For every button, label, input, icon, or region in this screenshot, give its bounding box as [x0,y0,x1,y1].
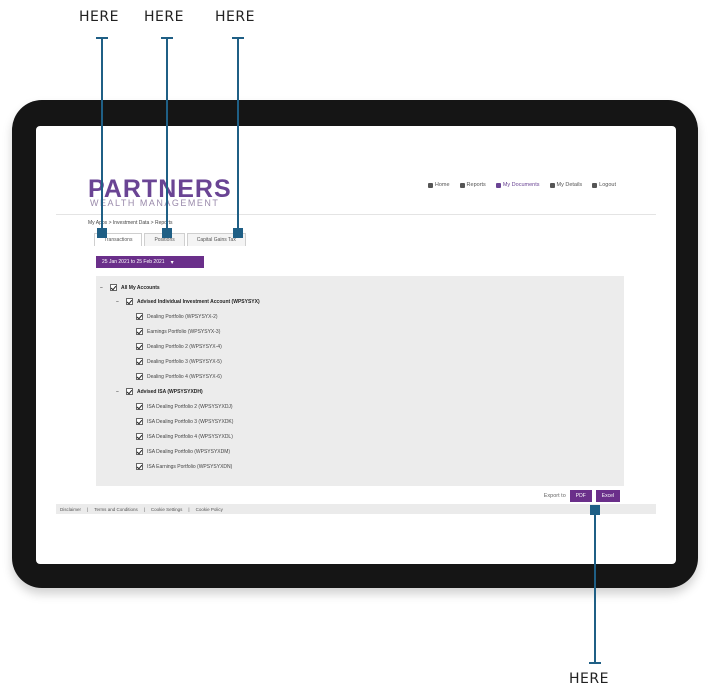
tree-item[interactable]: ISA Dealing Portfolio 3 (WPSYSYXDK) [136,418,233,425]
callout-label-3: HERE [215,9,255,25]
callout-line [101,37,103,232]
tree-item[interactable]: Dealing Portfolio (WPSYSYX-2) [136,313,218,320]
nav-my-documents[interactable]: My Documents [495,182,540,188]
checkbox[interactable] [136,448,143,455]
app-screen: PARTNERS WEALTH MANAGEMENT Home Reports … [36,126,676,564]
collapse-icon[interactable]: – [100,285,106,291]
top-nav: Home Reports My Documents My Details Log… [427,182,616,188]
checkbox[interactable] [136,403,143,410]
callout-label-2: HERE [144,9,184,25]
tree-item[interactable]: ISA Earnings Portfolio (WPSYSYXDN) [136,463,232,470]
callout-label-4: HERE [569,671,609,687]
collapse-icon[interactable]: – [116,389,122,395]
header-divider [56,214,656,215]
callout-line [166,37,168,232]
chevron-down-icon: ▾ [170,259,174,266]
logout-icon [592,182,598,188]
callout-cap [589,662,601,664]
export-pdf-button[interactable]: PDF [569,490,592,502]
footer-link-terms[interactable]: Terms and Conditions [94,507,138,512]
tree-item[interactable]: Dealing Portfolio 2 (WPSYSYX-4) [136,343,222,350]
tree-item[interactable]: ISA Dealing Portfolio 2 (WPSYSYXDJ) [136,403,233,410]
nav-home[interactable]: Home [427,182,450,188]
footer-link-cookie-settings[interactable]: Cookie Settings [151,507,183,512]
callout-dot [162,228,172,238]
tree-item[interactable]: Dealing Portfolio 3 (WPSYSYX-5) [136,358,222,365]
checkbox[interactable] [126,388,133,395]
export-label: Export to [543,493,566,499]
tree-item[interactable]: Earnings Portfolio (WPSYSYX-3) [136,328,220,335]
user-icon [549,182,555,188]
tree-item[interactable]: ISA Dealing Portfolio (WPSYSYXDM) [136,448,230,455]
footer: Disclaimer | Terms and Conditions | Cookie… [56,504,656,514]
tree-group[interactable]: – Advised ISA (WPSYSYXDH) [116,388,203,395]
date-range-button[interactable]: 25 Jan 2021 to 25 Feb 2021 ▾ [96,256,204,268]
export-controls: Export to PDF Excel [544,490,620,502]
callout-dot [97,228,107,238]
checkbox[interactable] [136,463,143,470]
documents-icon [495,182,501,188]
checkbox[interactable] [136,418,143,425]
home-icon [427,182,433,188]
nav-logout[interactable]: Logout [592,182,616,188]
callout-dot [233,228,243,238]
tree-item[interactable]: Dealing Portfolio 4 (WPSYSYX-6) [136,373,222,380]
brand-tagline: WEALTH MANAGEMENT [90,198,220,208]
callout-label-1: HERE [79,9,119,25]
collapse-icon[interactable]: – [116,299,122,305]
export-excel-button[interactable]: Excel [595,490,620,502]
callout-line [594,509,596,663]
checkbox[interactable] [126,298,133,305]
checkbox[interactable] [136,313,143,320]
reports-icon [459,182,465,188]
checkbox[interactable] [136,343,143,350]
callout-line [237,37,239,232]
nav-my-details[interactable]: My Details [549,182,582,188]
checkbox[interactable] [136,358,143,365]
tree-root[interactable]: – All My Accounts [100,284,160,291]
checkbox[interactable] [136,373,143,380]
checkbox[interactable] [136,433,143,440]
footer-link-cookie-policy[interactable]: Cookie Policy [196,507,223,512]
accounts-tree-panel: – All My Accounts – Advised Individual Inv… [96,276,624,486]
tree-group[interactable]: – Advised Individual Investment Account (… [116,298,260,305]
footer-link-disclaimer[interactable]: Disclaimer [60,507,81,512]
checkbox[interactable] [110,284,117,291]
nav-reports[interactable]: Reports [459,182,486,188]
checkbox[interactable] [136,328,143,335]
tree-item[interactable]: ISA Dealing Portfolio 4 (WPSYSYXDL) [136,433,233,440]
